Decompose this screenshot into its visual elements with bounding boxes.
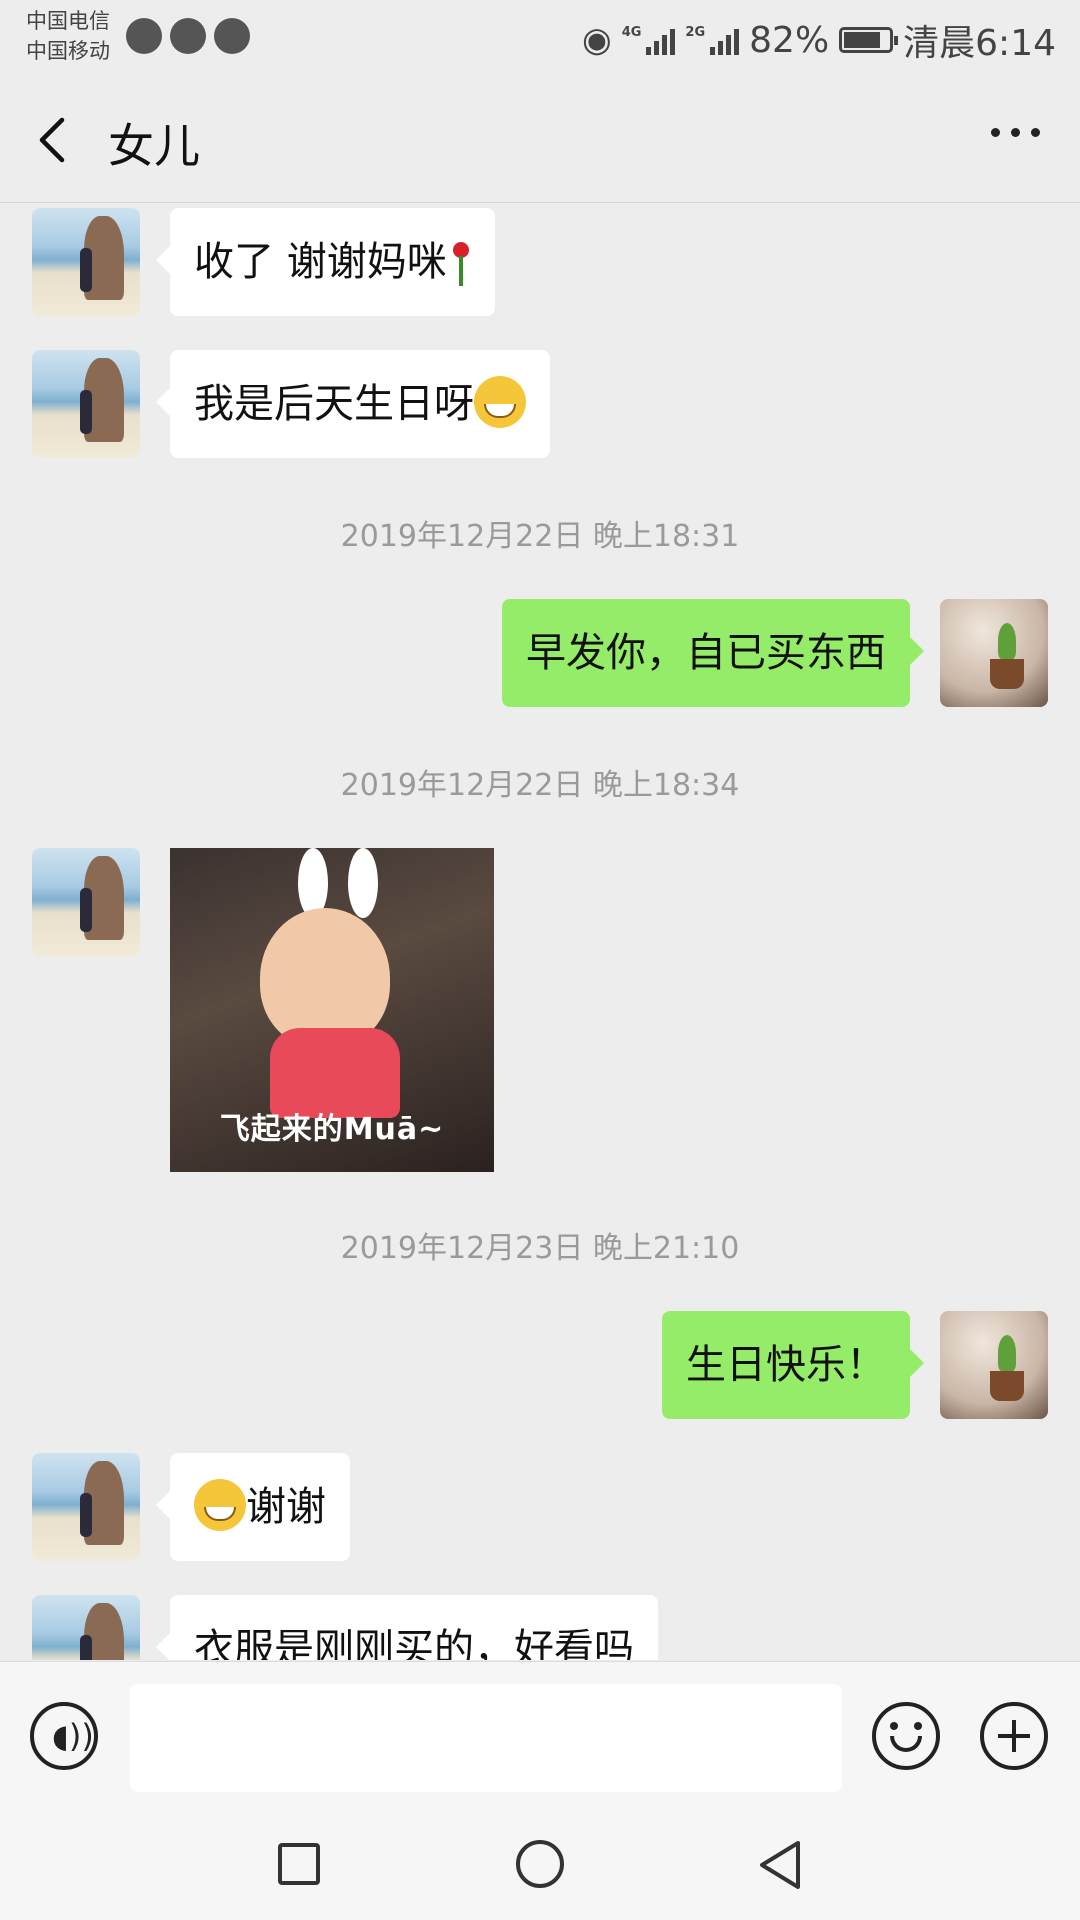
chat-title: 女儿 <box>108 119 200 173</box>
message-input[interactable] <box>130 1684 842 1792</box>
rose-emoji-icon <box>451 242 471 286</box>
carrier-labels: 中国电信 中国移动 <box>26 6 110 66</box>
cloud-alert-icon <box>170 18 206 54</box>
back-arrow-icon[interactable] <box>30 112 80 168</box>
eye-icon: ◉ <box>582 20 612 60</box>
recent-apps-icon[interactable] <box>278 1843 320 1885</box>
emoji-icon[interactable] <box>872 1702 940 1770</box>
message-text: 我是后天生日呀 <box>194 381 474 427</box>
battery-percent: 82% <box>749 19 830 61</box>
message-bubble[interactable]: 生日快乐！ <box>662 1311 924 1419</box>
my-avatar[interactable] <box>940 599 1048 707</box>
message-list[interactable]: 收了 谢谢妈咪 我是后天生日呀 2019年12月22日 晚上18:31 早发你，… <box>0 203 1080 1660</box>
friend-avatar[interactable] <box>32 848 140 956</box>
image-message[interactable]: 飞起来的Muā~ <box>170 848 494 1172</box>
image-caption: 飞起来的Muā~ <box>219 1112 445 1147</box>
plus-icon[interactable] <box>980 1702 1048 1770</box>
timestamp: 2019年12月22日 晚上18:34 <box>340 768 740 803</box>
message-text: 谢谢 <box>246 1484 326 1530</box>
input-bar: ◖)) <box>0 1661 1080 1816</box>
friend-avatar[interactable] <box>32 1453 140 1561</box>
friend-avatar[interactable] <box>32 350 140 458</box>
message-text: 收了 谢谢妈咪 <box>194 239 447 285</box>
chat-header: 女儿 <box>0 76 1080 203</box>
battery-icon <box>839 27 899 53</box>
home-icon[interactable] <box>516 1840 564 1888</box>
my-avatar[interactable] <box>940 1311 1048 1419</box>
grin-emoji-icon <box>474 376 526 428</box>
system-navigation-bar <box>0 1815 1080 1920</box>
back-triangle-icon[interactable] <box>756 1839 804 1891</box>
status-right: ◉ 4G 2G 82% 清晨6:14 <box>582 14 1056 66</box>
status-bar: 中国电信 中国移动 ◉ 4G 2G 82% 清晨6:14 <box>0 0 1080 76</box>
message-bubble[interactable]: 我是后天生日呀 <box>156 350 550 458</box>
signal-2g-icon: 2G <box>685 25 740 55</box>
friend-avatar[interactable] <box>32 208 140 316</box>
message-bubble[interactable]: 早发你，自已买东西 <box>502 599 924 707</box>
carrier-2: 中国移动 <box>26 39 110 63</box>
grin-emoji-icon <box>194 1479 246 1531</box>
friend-avatar[interactable] <box>32 1595 140 1660</box>
clock: 清晨6:14 <box>903 23 1056 64</box>
voice-icon[interactable]: ◖)) <box>30 1702 98 1770</box>
message-text: 早发你，自已买东西 <box>526 630 886 676</box>
signal-4g-icon: 4G <box>622 25 676 55</box>
data-transfer-icon <box>214 18 250 54</box>
message-text: 生日快乐！ <box>686 1342 886 1388</box>
message-notification-icon <box>126 18 162 54</box>
carrier-1: 中国电信 <box>26 9 110 33</box>
timestamp: 2019年12月23日 晚上21:10 <box>340 1231 740 1266</box>
timestamp: 2019年12月22日 晚上18:31 <box>340 519 740 554</box>
message-bubble[interactable]: 衣服是刚刚买的，好看吗 <box>156 1595 658 1660</box>
more-dots-icon[interactable] <box>991 128 1040 137</box>
message-text: 衣服是刚刚买的，好看吗 <box>194 1626 634 1660</box>
message-bubble[interactable]: 收了 谢谢妈咪 <box>156 208 495 316</box>
message-bubble[interactable]: 谢谢 <box>156 1453 350 1561</box>
